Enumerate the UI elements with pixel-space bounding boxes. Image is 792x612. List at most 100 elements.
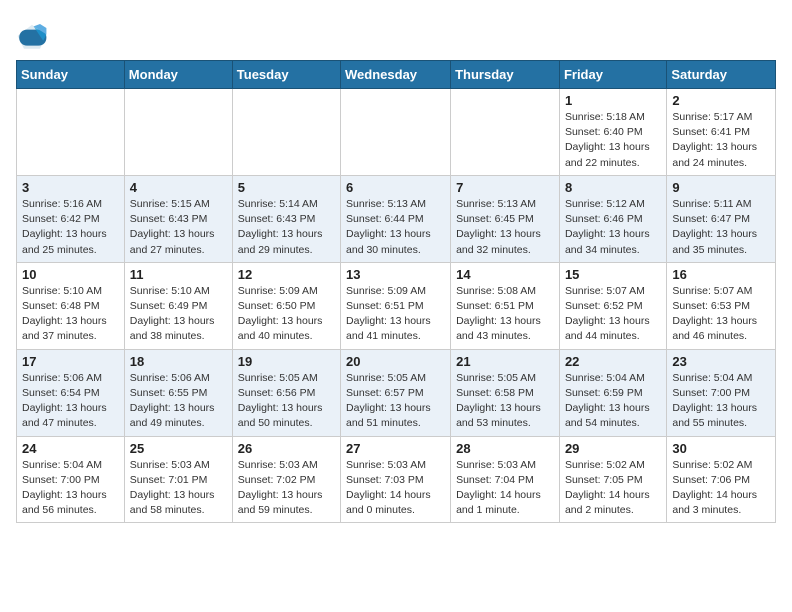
day-number: 1: [565, 93, 661, 108]
calendar-cell: 21 Sunrise: 5:05 AM Sunset: 6:58 PM Dayli…: [451, 349, 560, 436]
calendar-cell: 27 Sunrise: 5:03 AM Sunset: 7:03 PM Dayli…: [341, 436, 451, 523]
calendar-cell: 19Sunrise: 5:05 AM Sunset: 6:56 PM Dayli…: [232, 349, 340, 436]
day-number: 3: [22, 180, 119, 195]
day-info: Sunrise: 5:02 AM Sunset: 7:05 PM Dayligh…: [565, 458, 661, 519]
day-header-monday: Monday: [124, 61, 232, 89]
day-number: 14: [456, 267, 554, 282]
calendar-cell: 18 Sunrise: 5:06 AM Sunset: 6:55 PM Dayli…: [124, 349, 232, 436]
day-info: Sunrise: 5:15 AM Sunset: 6:43 PM Dayligh…: [130, 197, 227, 258]
day-info: Sunrise: 5:12 AM Sunset: 6:46 PM Dayligh…: [565, 197, 661, 258]
day-info: Sunrise: 5:05 AM Sunset: 6:58 PM Dayligh…: [456, 371, 554, 432]
day-number: 7: [456, 180, 554, 195]
calendar-cell: 25Sunrise: 5:03 AM Sunset: 7:01 PM Dayli…: [124, 436, 232, 523]
calendar-cell: 14 Sunrise: 5:08 AM Sunset: 6:51 PM Dayli…: [451, 262, 560, 349]
calendar-cell: 24 Sunrise: 5:04 AM Sunset: 7:00 PM Dayli…: [17, 436, 125, 523]
day-header-tuesday: Tuesday: [232, 61, 340, 89]
day-info: Sunrise: 5:18 AM Sunset: 6:40 PM Dayligh…: [565, 110, 661, 171]
calendar-cell: [341, 89, 451, 176]
day-info: Sunrise: 5:10 AM Sunset: 6:48 PM Dayligh…: [22, 284, 119, 345]
day-number: 4: [130, 180, 227, 195]
logo: [16, 20, 52, 52]
calendar-cell: 29 Sunrise: 5:02 AM Sunset: 7:05 PM Dayli…: [559, 436, 666, 523]
day-number: 28: [456, 441, 554, 456]
day-info: Sunrise: 5:09 AM Sunset: 6:50 PM Dayligh…: [238, 284, 335, 345]
calendar-cell: 17 Sunrise: 5:06 AM Sunset: 6:54 PM Dayli…: [17, 349, 125, 436]
calendar-cell: 22 Sunrise: 5:04 AM Sunset: 6:59 PM Dayli…: [559, 349, 666, 436]
calendar-week-3: 10 Sunrise: 5:10 AM Sunset: 6:48 PM Dayli…: [17, 262, 776, 349]
day-info: Sunrise: 5:10 AM Sunset: 6:49 PM Dayligh…: [130, 284, 227, 345]
calendar-cell: 7 Sunrise: 5:13 AM Sunset: 6:45 PM Daylig…: [451, 175, 560, 262]
day-header-friday: Friday: [559, 61, 666, 89]
day-info: Sunrise: 5:06 AM Sunset: 6:54 PM Dayligh…: [22, 371, 119, 432]
calendar-cell: [17, 89, 125, 176]
day-number: 16: [672, 267, 770, 282]
day-number: 21: [456, 354, 554, 369]
day-number: 24: [22, 441, 119, 456]
calendar-cell: 5 Sunrise: 5:14 AM Sunset: 6:43 PM Daylig…: [232, 175, 340, 262]
calendar-cell: 16Sunrise: 5:07 AM Sunset: 6:53 PM Dayli…: [667, 262, 776, 349]
day-number: 15: [565, 267, 661, 282]
logo-icon: [16, 20, 48, 52]
calendar-cell: 15 Sunrise: 5:07 AM Sunset: 6:52 PM Dayli…: [559, 262, 666, 349]
day-number: 11: [130, 267, 227, 282]
day-info: Sunrise: 5:04 AM Sunset: 7:00 PM Dayligh…: [22, 458, 119, 519]
day-header-saturday: Saturday: [667, 61, 776, 89]
day-info: Sunrise: 5:14 AM Sunset: 6:43 PM Dayligh…: [238, 197, 335, 258]
day-number: 5: [238, 180, 335, 195]
day-number: 30: [672, 441, 770, 456]
day-header-wednesday: Wednesday: [341, 61, 451, 89]
calendar-cell: 8 Sunrise: 5:12 AM Sunset: 6:46 PM Daylig…: [559, 175, 666, 262]
day-info: Sunrise: 5:04 AM Sunset: 6:59 PM Dayligh…: [565, 371, 661, 432]
calendar-cell: 11 Sunrise: 5:10 AM Sunset: 6:49 PM Dayli…: [124, 262, 232, 349]
day-info: Sunrise: 5:05 AM Sunset: 6:57 PM Dayligh…: [346, 371, 445, 432]
calendar-cell: 26Sunrise: 5:03 AM Sunset: 7:02 PM Dayli…: [232, 436, 340, 523]
day-number: 12: [238, 267, 335, 282]
day-info: Sunrise: 5:13 AM Sunset: 6:44 PM Dayligh…: [346, 197, 445, 258]
day-info: Sunrise: 5:02 AM Sunset: 7:06 PM Dayligh…: [672, 458, 770, 519]
day-number: 13: [346, 267, 445, 282]
calendar-cell: 6 Sunrise: 5:13 AM Sunset: 6:44 PM Daylig…: [341, 175, 451, 262]
calendar-cell: 10 Sunrise: 5:10 AM Sunset: 6:48 PM Dayli…: [17, 262, 125, 349]
calendar-header-row: SundayMondayTuesdayWednesdayThursdayFrid…: [17, 61, 776, 89]
day-info: Sunrise: 5:06 AM Sunset: 6:55 PM Dayligh…: [130, 371, 227, 432]
day-info: Sunrise: 5:16 AM Sunset: 6:42 PM Dayligh…: [22, 197, 119, 258]
day-info: Sunrise: 5:08 AM Sunset: 6:51 PM Dayligh…: [456, 284, 554, 345]
day-header-thursday: Thursday: [451, 61, 560, 89]
day-header-sunday: Sunday: [17, 61, 125, 89]
day-info: Sunrise: 5:17 AM Sunset: 6:41 PM Dayligh…: [672, 110, 770, 171]
calendar-cell: 4 Sunrise: 5:15 AM Sunset: 6:43 PM Daylig…: [124, 175, 232, 262]
day-info: Sunrise: 5:13 AM Sunset: 6:45 PM Dayligh…: [456, 197, 554, 258]
day-number: 22: [565, 354, 661, 369]
day-number: 6: [346, 180, 445, 195]
calendar-week-2: 3 Sunrise: 5:16 AM Sunset: 6:42 PM Daylig…: [17, 175, 776, 262]
page-header: [16, 16, 776, 52]
day-number: 17: [22, 354, 119, 369]
calendar-cell: [232, 89, 340, 176]
day-number: 27: [346, 441, 445, 456]
day-info: Sunrise: 5:03 AM Sunset: 7:02 PM Dayligh…: [238, 458, 335, 519]
day-number: 29: [565, 441, 661, 456]
calendar-cell: 1 Sunrise: 5:18 AM Sunset: 6:40 PM Daylig…: [559, 89, 666, 176]
calendar-cell: 12 Sunrise: 5:09 AM Sunset: 6:50 PM Dayli…: [232, 262, 340, 349]
day-info: Sunrise: 5:04 AM Sunset: 7:00 PM Dayligh…: [672, 371, 770, 432]
calendar-cell: 9 Sunrise: 5:11 AM Sunset: 6:47 PM Daylig…: [667, 175, 776, 262]
day-number: 23: [672, 354, 770, 369]
calendar-cell: 30 Sunrise: 5:02 AM Sunset: 7:06 PM Dayli…: [667, 436, 776, 523]
day-info: Sunrise: 5:07 AM Sunset: 6:52 PM Dayligh…: [565, 284, 661, 345]
calendar-cell: 2Sunrise: 5:17 AM Sunset: 6:41 PM Daylig…: [667, 89, 776, 176]
day-info: Sunrise: 5:03 AM Sunset: 7:04 PM Dayligh…: [456, 458, 554, 519]
day-info: Sunrise: 5:11 AM Sunset: 6:47 PM Dayligh…: [672, 197, 770, 258]
day-info: Sunrise: 5:09 AM Sunset: 6:51 PM Dayligh…: [346, 284, 445, 345]
calendar-table: SundayMondayTuesdayWednesdayThursdayFrid…: [16, 60, 776, 523]
day-info: Sunrise: 5:03 AM Sunset: 7:01 PM Dayligh…: [130, 458, 227, 519]
day-number: 8: [565, 180, 661, 195]
calendar-cell: 3 Sunrise: 5:16 AM Sunset: 6:42 PM Daylig…: [17, 175, 125, 262]
day-number: 10: [22, 267, 119, 282]
day-number: 18: [130, 354, 227, 369]
day-number: 9: [672, 180, 770, 195]
calendar-week-4: 17 Sunrise: 5:06 AM Sunset: 6:54 PM Dayli…: [17, 349, 776, 436]
day-number: 20: [346, 354, 445, 369]
calendar-week-5: 24 Sunrise: 5:04 AM Sunset: 7:00 PM Dayli…: [17, 436, 776, 523]
calendar-cell: 23 Sunrise: 5:04 AM Sunset: 7:00 PM Dayli…: [667, 349, 776, 436]
day-info: Sunrise: 5:03 AM Sunset: 7:03 PM Dayligh…: [346, 458, 445, 519]
